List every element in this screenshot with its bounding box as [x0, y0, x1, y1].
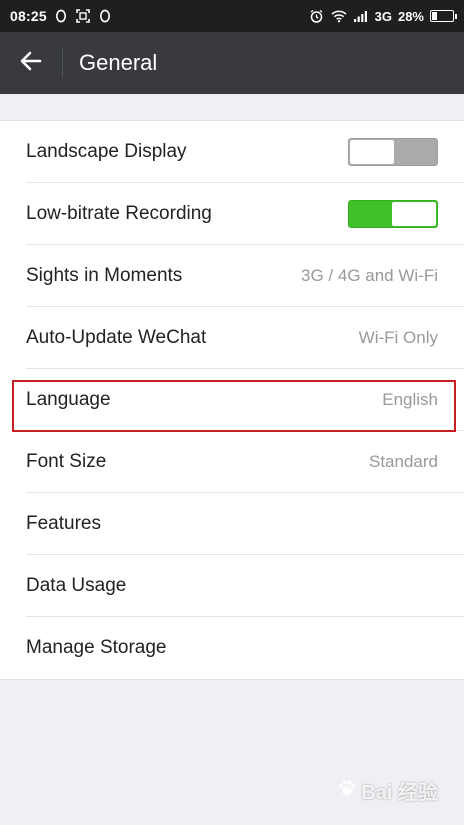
page-title: General	[79, 50, 158, 75]
setting-label: Manage Storage	[26, 637, 167, 658]
toggle-knob	[392, 202, 436, 226]
qq-penguin-icon	[53, 8, 69, 24]
status-left: 08:25	[10, 8, 113, 24]
setting-label: Sights in Moments	[26, 265, 183, 286]
setting-label: Data Usage	[26, 575, 127, 596]
setting-font-size[interactable]: Font Size Standard	[0, 431, 464, 493]
app-bar-divider	[62, 48, 63, 78]
setting-label: Low-bitrate Recording	[26, 203, 212, 224]
battery-level-fill	[432, 12, 437, 20]
wifi-icon	[331, 8, 347, 24]
setting-value: English	[382, 390, 438, 409]
baidu-paw-icon	[337, 778, 357, 804]
screen: 08:25 3G 28% General Landscape Display L…	[0, 0, 464, 825]
network-type: 3G	[374, 8, 392, 24]
setting-value: Wi-Fi Only	[358, 328, 438, 347]
status-right: 3G 28%	[309, 8, 457, 24]
low-bitrate-recording-toggle[interactable]	[348, 200, 438, 228]
settings-list: Landscape Display Low-bitrate Recording …	[0, 120, 464, 680]
screenshot-icon	[75, 8, 91, 24]
setting-landscape-display[interactable]: Landscape Display	[0, 121, 464, 183]
setting-language[interactable]: Language English	[0, 369, 464, 431]
setting-label: Landscape Display	[26, 141, 187, 162]
setting-low-bitrate-recording[interactable]: Low-bitrate Recording	[0, 183, 464, 245]
setting-value: Standard	[369, 452, 438, 471]
setting-label: Font Size	[26, 451, 107, 472]
status-time: 08:25	[10, 8, 47, 24]
setting-features[interactable]: Features	[0, 493, 464, 555]
setting-label: Auto-Update WeChat	[26, 327, 207, 348]
toggle-knob	[350, 140, 394, 164]
status-bar: 08:25 3G 28%	[0, 0, 464, 32]
battery-icon	[430, 10, 457, 22]
setting-label: Features	[26, 513, 101, 534]
setting-auto-update-wechat[interactable]: Auto-Update WeChat Wi-Fi Only	[0, 307, 464, 369]
setting-sights-in-moments[interactable]: Sights in Moments 3G / 4G and Wi-Fi	[0, 245, 464, 307]
battery-percent: 28%	[397, 8, 424, 24]
setting-label: Language	[26, 389, 111, 410]
setting-manage-storage[interactable]: Manage Storage	[0, 617, 464, 679]
signal-icon	[353, 8, 369, 24]
back-button[interactable]	[0, 32, 62, 94]
app-bar: General	[0, 32, 464, 94]
back-arrow-icon	[20, 51, 42, 76]
setting-value: 3G / 4G and Wi-Fi	[301, 266, 438, 285]
alarm-icon	[309, 8, 325, 24]
watermark-text: Bai 经验	[361, 782, 438, 804]
baidu-watermark: Bai 经验	[337, 776, 438, 805]
qq-penguin-icon	[97, 8, 113, 24]
landscape-display-toggle[interactable]	[348, 138, 438, 166]
setting-data-usage[interactable]: Data Usage	[0, 555, 464, 617]
